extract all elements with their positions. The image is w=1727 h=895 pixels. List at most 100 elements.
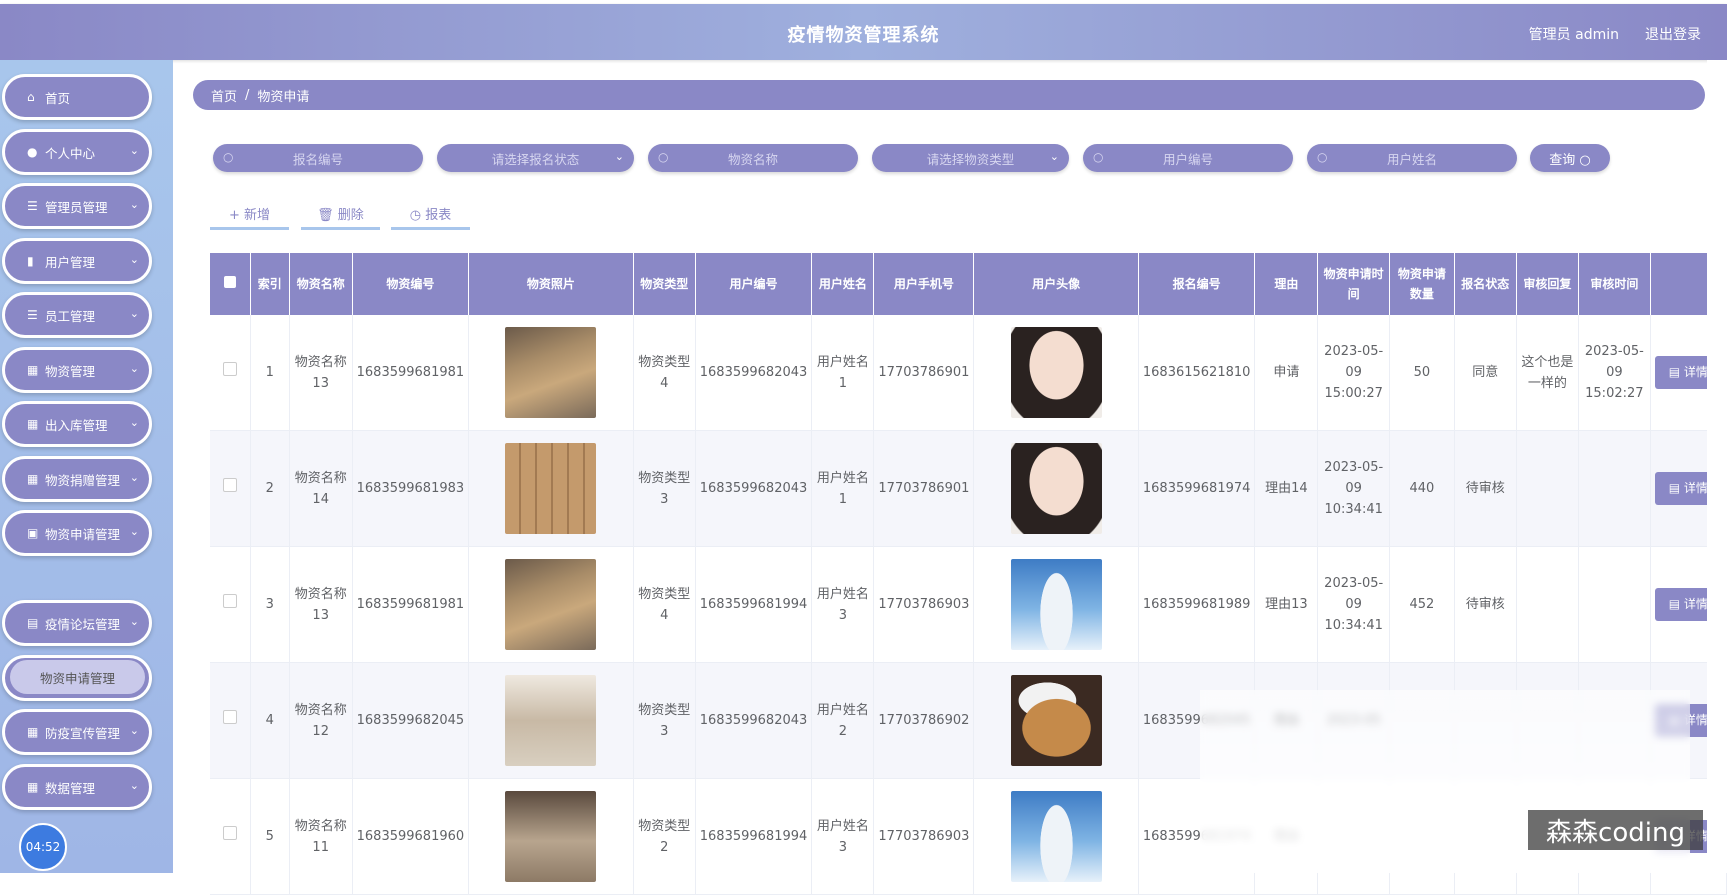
search-placeholder: 请选择报名状态	[491, 151, 580, 167]
material-photo[interactable]	[505, 791, 597, 882]
cell-status: 同意	[1454, 315, 1517, 431]
cell-code: 1683599682045	[352, 662, 470, 779]
sidebar-item-3[interactable]: ▮ 用户管理 ⌄	[2, 238, 152, 284]
cell-name: 物资名称13	[289, 315, 353, 431]
cell-photo	[468, 546, 634, 663]
cell-reg_code: 1683599681989	[1138, 546, 1256, 663]
report-button[interactable]: ◷ 报表	[391, 200, 470, 230]
search-icon: ○	[1317, 150, 1328, 164]
bar-chart-icon: ▮	[27, 254, 34, 268]
sidebar-item-7[interactable]: ▦ 物资捐赠管理 ⌄	[2, 456, 152, 502]
doc-icon: ▣	[27, 526, 39, 540]
row-checkbox-cell[interactable]	[210, 315, 251, 431]
chevron-down-icon: ⌄	[129, 307, 139, 320]
row-checkbox[interactable]	[222, 710, 237, 724]
sidebar-subitem-active[interactable]: 物资申请管理	[10, 660, 145, 694]
column-header: 物资类型	[633, 253, 696, 315]
chevron-down-icon: ⌄	[129, 724, 139, 737]
right-scroll-strip	[1707, 60, 1727, 873]
cell-phone: 17703786903	[873, 546, 975, 663]
cell-code: 1683599681981	[352, 546, 470, 663]
material-photo[interactable]	[505, 327, 597, 418]
cell-phone: 17703786901	[873, 430, 975, 547]
delete-button[interactable]: 🗑 删除	[301, 200, 380, 230]
user-avatar[interactable]	[1010, 443, 1102, 534]
row-checkbox-cell[interactable]	[210, 546, 251, 663]
search-input-2[interactable]: 物资名称 ○	[648, 144, 858, 172]
column-header: 用户编号	[695, 253, 813, 315]
watermark: 森森coding	[1528, 810, 1703, 850]
sidebar-item-6[interactable]: ▦ 出入库管理 ⌄	[2, 401, 152, 447]
cell-user_code: 1683599681994	[695, 778, 813, 895]
sidebar-item-label: 物资申请管理	[45, 526, 121, 542]
grid-icon: ▦	[27, 472, 39, 486]
search-select-3[interactable]: 请选择物资类型 ⌄	[872, 144, 1069, 172]
cell-type: 物资类型3	[633, 662, 696, 779]
user-avatar[interactable]	[1010, 559, 1102, 650]
sidebar-item-4[interactable]: ☰ 员工管理 ⌄	[2, 292, 152, 338]
material-photo[interactable]	[505, 675, 597, 766]
row-checkbox-cell[interactable]	[210, 430, 251, 547]
row-checkbox[interactable]	[222, 826, 237, 840]
cell-apply_time: 2023-05-09 10:34:41	[1317, 430, 1391, 547]
row-checkbox-cell[interactable]	[210, 778, 251, 895]
sidebar-item-label: 员工管理	[45, 308, 96, 324]
chevron-down-icon: ⌄	[129, 253, 139, 266]
user-avatar[interactable]	[1010, 675, 1102, 766]
search-select-1[interactable]: 请选择报名状态 ⌄	[437, 144, 634, 172]
sidebar-item-label: 物资捐赠管理	[45, 472, 121, 488]
cell-reply: 这个也是一样的	[1516, 315, 1579, 431]
cell-reply	[1516, 546, 1579, 663]
table-row[interactable]: 2 物资名称14 1683599681983 物资类型3 1683599682043 用户…	[210, 430, 1727, 547]
sidebar-item-2[interactable]: ☰ 管理员管理 ⌄	[2, 183, 152, 229]
cell-user_name: 用户姓名2	[811, 662, 875, 779]
sidebar-item-11[interactable]: ▦ 防疫宣传管理 ⌄	[2, 709, 152, 755]
column-header: 审核时间	[1578, 253, 1651, 315]
cell-avatar	[973, 430, 1139, 547]
row-checkbox-cell[interactable]	[210, 662, 251, 779]
sidebar-item-1[interactable]: ● 个人中心 ⌄	[2, 129, 152, 175]
query-button[interactable]: 查询 ○	[1530, 144, 1610, 172]
table-row[interactable]: 3 物资名称13 1683599681981 物资类型4 1683599681994 用户…	[210, 546, 1727, 663]
search-input-4[interactable]: 用户编号 ○	[1083, 144, 1293, 172]
cell-audit_time	[1578, 430, 1651, 547]
row-checkbox[interactable]	[222, 594, 237, 608]
row-checkbox[interactable]	[222, 362, 237, 376]
material-photo[interactable]	[505, 443, 597, 534]
cell-audit_time	[1578, 546, 1651, 663]
logout-link[interactable]: 退出登录	[1645, 24, 1701, 44]
row-checkbox[interactable]	[222, 478, 237, 492]
search-input-5[interactable]: 用户姓名 ○	[1307, 144, 1517, 172]
sidebar-item-5[interactable]: ▦ 物资管理 ⌄	[2, 347, 152, 393]
table-header-row: 索引 物资名称 物资编号 物资照片 物资类型 用户编号 用户姓名 用户手机号 用户头像 报名编号理…	[210, 253, 1727, 315]
search-placeholder: 用户姓名	[1386, 151, 1437, 167]
chevron-down-icon: ⌄	[129, 198, 139, 211]
user-avatar[interactable]	[1010, 327, 1102, 418]
sidebar-item-8[interactable]: ▣ 物资申请管理 ⌄	[2, 510, 152, 556]
chevron-down-icon: ⌄	[129, 779, 139, 792]
home-icon: ⌂	[27, 90, 35, 104]
sidebar-item-12[interactable]: ▦ 数据管理 ⌄	[2, 764, 152, 810]
user-avatar[interactable]	[1010, 791, 1102, 882]
sidebar-item-0[interactable]: ⌂ 首页	[2, 74, 152, 120]
table-row[interactable]: 1 物资名称13 1683599681981 物资类型4 1683599682043 用户…	[210, 315, 1727, 431]
select-all-checkbox[interactable]	[223, 276, 236, 288]
chevron-down-icon: ⌄	[129, 525, 139, 538]
chevron-down-icon: ⌄	[129, 144, 139, 157]
material-photo[interactable]	[505, 559, 597, 650]
app-title: 疫情物资管理系统	[787, 25, 940, 46]
sidebar-item-9[interactable]: ▤ 疫情论坛管理 ⌄	[2, 600, 152, 646]
column-header[interactable]	[210, 253, 251, 315]
breadcrumb: 首页 / 物资申请	[193, 80, 1705, 110]
search-input-0[interactable]: 报名编号 ○	[213, 144, 423, 172]
column-header: 报名状态	[1454, 253, 1517, 315]
search-placeholder: 物资名称	[727, 151, 778, 167]
cell-apply_time: 2023-05-09 15:00:27	[1317, 315, 1391, 431]
cell-type: 物资类型4	[633, 315, 696, 431]
breadcrumb-home[interactable]: 首页	[211, 86, 237, 105]
cell-phone: 17703786902	[873, 662, 975, 779]
chevron-down-icon: ⌄	[129, 471, 139, 484]
column-header: 理由	[1254, 253, 1319, 315]
cell-name: 物资名称12	[289, 662, 353, 779]
add-button[interactable]: + 新增	[210, 200, 289, 230]
